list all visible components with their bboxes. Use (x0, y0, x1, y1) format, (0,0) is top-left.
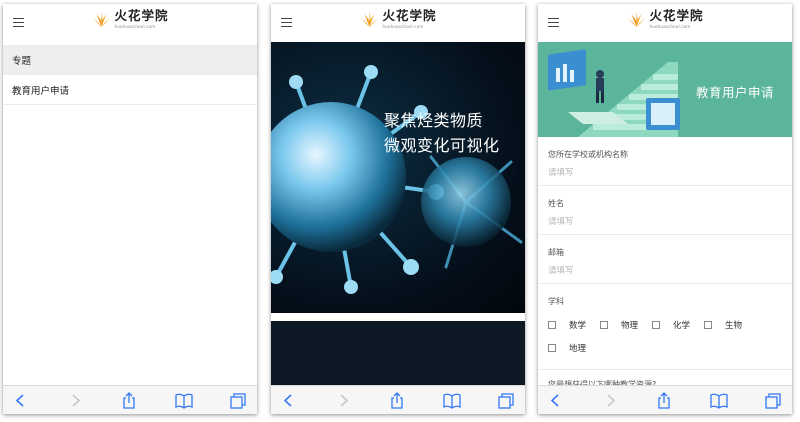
section-divider (271, 313, 525, 321)
hero-title-line1: 聚焦烃类物质 (384, 111, 484, 130)
flame-logo-icon (627, 11, 646, 28)
back-icon[interactable] (280, 392, 298, 409)
virus-illustration (271, 65, 523, 294)
apply-banner: 教育用户申请 (538, 42, 792, 137)
brand-domain: huohuaschool.com (382, 23, 424, 29)
checkbox[interactable] (600, 321, 608, 329)
form-field-email: 邮箱 (538, 235, 792, 284)
form-field-name: 姓名 (538, 186, 792, 235)
tabs-icon[interactable] (497, 392, 515, 409)
subject-checkbox-group: 数学 物理 化学 生物 地理 (548, 319, 782, 365)
bookmarks-icon[interactable] (710, 392, 728, 409)
share-icon[interactable] (120, 392, 138, 409)
brand-domain: huohuaschool.com (649, 23, 691, 29)
forward-icon[interactable] (66, 392, 84, 409)
site-header: 火花学院 huohuaschool.com (538, 4, 792, 42)
checkbox[interactable] (652, 321, 660, 329)
field-label: 学科 (548, 297, 564, 306)
site-header: 火花学院 huohuaschool.com (3, 4, 257, 42)
phone-screen-menu: 火花学院 huohuaschool.com 专题 教育用户申请 (3, 4, 257, 414)
menu-icon[interactable] (13, 18, 24, 27)
hero-title-line2: 微观变化可视化 (384, 136, 500, 155)
brand-logo[interactable]: 火花学院 huohuaschool.com (359, 8, 437, 29)
option-label: 化学 (673, 321, 691, 331)
brand-name: 火花学院 (382, 8, 437, 23)
subject-option-geography[interactable]: 地理 (548, 342, 600, 354)
browser-toolbar (3, 385, 257, 414)
checkbox[interactable] (548, 344, 556, 352)
flame-logo-icon (360, 11, 379, 28)
brand-name: 火花学院 (649, 8, 704, 23)
checkbox[interactable] (704, 321, 712, 329)
form-field-institution: 您所在学校或机构名称 (538, 137, 792, 186)
apply-form: 您所在学校或机构名称 姓名 邮箱 学科 数学 物理 化学 生物 地理 您最想获得… (538, 137, 792, 390)
subject-option-math[interactable]: 数学 (548, 319, 600, 331)
share-icon[interactable] (388, 392, 406, 409)
share-icon[interactable] (655, 392, 673, 409)
menu-icon[interactable] (548, 18, 559, 27)
bookmarks-icon[interactable] (175, 392, 193, 409)
option-label: 生物 (725, 321, 743, 331)
phone-screen-apply-form: 火花学院 huohuaschool.com 教育用户申请 您所在学校或机构名称 (538, 4, 792, 414)
nav-menu: 专题 教育用户申请 (3, 45, 257, 105)
option-label: 数学 (569, 321, 587, 331)
menu-item-edu-apply[interactable]: 教育用户申请 (3, 75, 257, 105)
subject-option-biology[interactable]: 生物 (704, 319, 756, 331)
tabs-icon[interactable] (764, 392, 782, 409)
institution-input[interactable] (548, 168, 782, 178)
banner-title: 教育用户申请 (695, 85, 774, 100)
menu-icon[interactable] (281, 18, 292, 27)
option-label: 物理 (621, 321, 639, 331)
tabs-icon[interactable] (229, 392, 247, 409)
phone-screen-home: 火花学院 huohuaschool.com 聚焦烃类物质 微观变化可视化 (271, 4, 525, 414)
brand-logo[interactable]: 火花学院 huohuaschool.com (91, 8, 169, 29)
form-field-subject: 学科 数学 物理 化学 生物 地理 (538, 284, 792, 370)
browser-toolbar (271, 385, 525, 414)
brand-name: 火花学院 (114, 8, 169, 23)
back-icon[interactable] (547, 392, 565, 409)
forward-icon[interactable] (334, 392, 352, 409)
second-banner[interactable] (271, 321, 525, 391)
flame-logo-icon (92, 11, 111, 28)
bookmarks-icon[interactable] (443, 392, 461, 409)
name-input[interactable] (548, 217, 782, 227)
hero-banner[interactable]: 聚焦烃类物质 微观变化可视化 (271, 42, 525, 313)
email-input[interactable] (548, 266, 782, 276)
menu-item-topics[interactable]: 专题 (3, 45, 257, 75)
field-label: 您所在学校或机构名称 (548, 150, 628, 159)
browser-toolbar (538, 385, 792, 414)
back-icon[interactable] (12, 392, 30, 409)
field-label: 邮箱 (548, 248, 564, 257)
site-header: 火花学院 huohuaschool.com (271, 4, 525, 42)
option-label: 地理 (569, 344, 587, 354)
checkbox[interactable] (548, 321, 556, 329)
field-label: 姓名 (548, 199, 564, 208)
subject-option-chemistry[interactable]: 化学 (652, 319, 704, 331)
forward-icon[interactable] (601, 392, 619, 409)
brand-logo[interactable]: 火花学院 huohuaschool.com (626, 8, 704, 29)
brand-domain: huohuaschool.com (114, 23, 156, 29)
hero-title: 聚焦烃类物质 微观变化可视化 (384, 108, 500, 158)
subject-option-physics[interactable]: 物理 (600, 319, 652, 331)
